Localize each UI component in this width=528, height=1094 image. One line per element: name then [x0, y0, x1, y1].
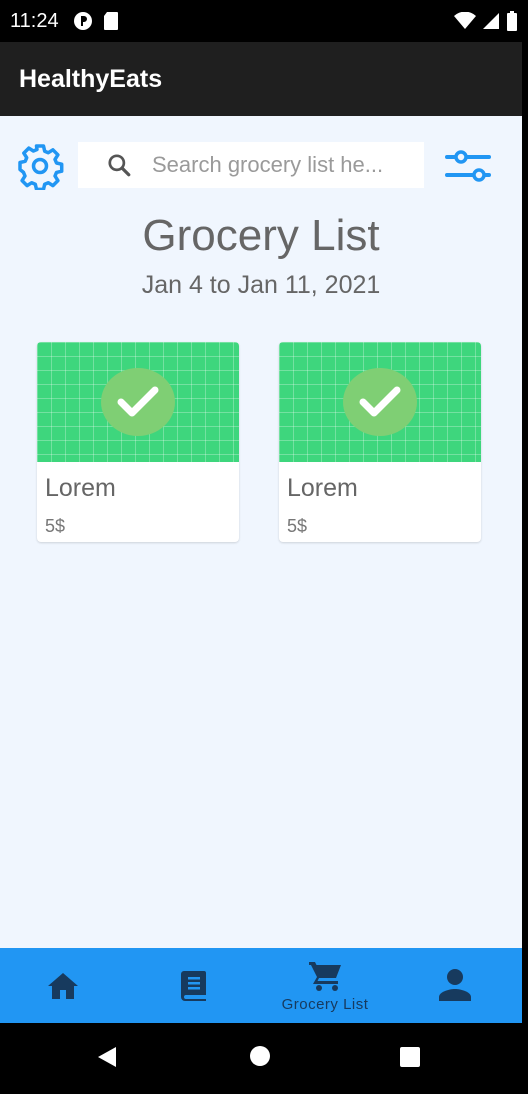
search-row — [0, 140, 522, 192]
status-notification-icons — [73, 11, 119, 31]
battery-icon — [507, 11, 517, 31]
page-title: Grocery List — [142, 211, 380, 260]
item-image — [279, 342, 481, 462]
grocery-item-card[interactable]: Lorem 5$ — [37, 342, 239, 542]
item-image — [37, 342, 239, 462]
check-icon — [343, 368, 417, 436]
status-time: 11:24 — [10, 9, 59, 32]
signal-icon — [483, 13, 499, 29]
search-icon — [108, 154, 131, 177]
book-icon — [181, 971, 206, 1001]
system-back-button[interactable] — [96, 1045, 120, 1069]
main-content: Grocery List Jan 4 to Jan 11, 2021 Lorem… — [0, 116, 522, 948]
system-recents-button[interactable] — [399, 1046, 421, 1068]
app-title: HealthyEats — [19, 64, 163, 93]
recents-square-icon — [400, 1047, 420, 1067]
gear-icon — [18, 144, 64, 192]
app-bar: HealthyEats — [0, 42, 522, 116]
app-notification-icon — [73, 12, 92, 30]
nav-label: Grocery List — [281, 996, 369, 1013]
screen-edge — [522, 116, 528, 1023]
filter-button[interactable] — [444, 144, 492, 188]
status-bar: 11:24 — [0, 0, 528, 42]
check-icon — [101, 368, 175, 436]
date-range: Jan 4 to Jan 11, 2021 — [141, 271, 381, 299]
wifi-icon — [454, 12, 476, 29]
nav-home[interactable] — [32, 948, 94, 1023]
system-navigation-bar — [0, 1023, 528, 1094]
bottom-navigation: Grocery List — [0, 948, 522, 1023]
nav-profile[interactable] — [424, 948, 486, 1023]
search-bar — [78, 142, 424, 188]
nav-recipes[interactable] — [162, 948, 224, 1023]
nav-grocery-list[interactable]: Grocery List — [270, 948, 380, 1023]
sd-card-icon — [103, 12, 118, 30]
item-price: 5$ — [45, 516, 66, 536]
cart-icon — [309, 962, 341, 991]
back-triangle-icon — [98, 1047, 116, 1067]
grocery-item-card[interactable]: Lorem 5$ — [279, 342, 481, 542]
item-price: 5$ — [287, 516, 308, 536]
filter-sliders-icon — [445, 150, 491, 182]
item-name: Lorem — [287, 474, 358, 502]
search-input[interactable] — [150, 151, 414, 179]
home-icon — [48, 973, 78, 999]
settings-button[interactable] — [16, 142, 64, 192]
item-name: Lorem — [45, 474, 116, 502]
person-icon — [439, 969, 471, 1001]
system-home-button[interactable] — [249, 1045, 271, 1067]
home-circle-icon — [250, 1046, 270, 1066]
status-system-icons — [454, 11, 518, 31]
